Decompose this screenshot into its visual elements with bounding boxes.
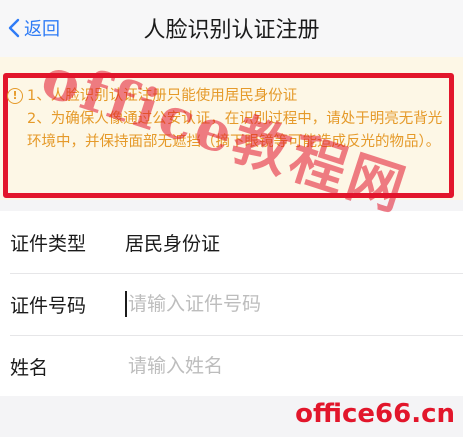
- registration-form: 证件类型 居民身份证 证件号码 姓名: [0, 211, 463, 396]
- text-caret: [125, 291, 127, 317]
- info-icon: !: [7, 88, 23, 104]
- page-title: 人脸识别认证注册: [143, 18, 320, 43]
- id-number-label: 证件号码: [10, 294, 87, 317]
- site-watermark: office66.cn: [295, 399, 455, 429]
- id-type-label: 证件类型: [10, 232, 87, 255]
- id-number-row: 证件号码: [0, 273, 463, 335]
- nav-bar: 返回 人脸识别认证注册: [0, 0, 463, 58]
- id-type-value[interactable]: 居民身份证: [125, 229, 220, 256]
- name-input[interactable]: [124, 351, 448, 381]
- name-label: 姓名: [10, 356, 49, 379]
- name-row: 姓名: [0, 335, 463, 397]
- notice-line-2: 2、为确保人像通过公安认证，在识别过程中，请处于明亮无背光环境中，并保持面部无遮…: [27, 111, 443, 150]
- notice-line-1: 1、人脸识别认证注册只能使用居民身份证: [27, 88, 298, 104]
- id-type-row[interactable]: 证件类型 居民身份证: [0, 211, 463, 273]
- notice-text: 1、人脸识别认证注册只能使用居民身份证 2、为确保人像通过公安认证，在识别过程中…: [27, 85, 451, 154]
- id-number-input[interactable]: [124, 289, 448, 319]
